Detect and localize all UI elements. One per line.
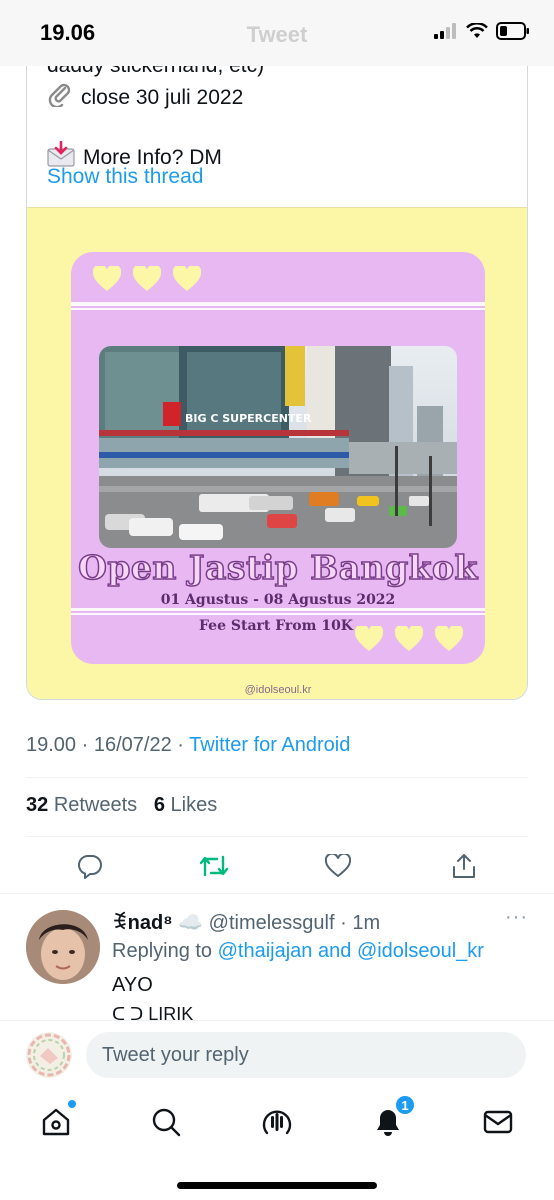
hearts-top [93, 266, 201, 292]
paperclip-icon [47, 81, 73, 116]
hearts-bottom [355, 626, 463, 652]
tweet-meta: 19.00 · 16/07/22 · Twitter for Android [26, 734, 350, 757]
search-icon [152, 1108, 181, 1137]
reply-header: ꉂnad⁸ ☁️ @timelessgulf · 1m [112, 908, 380, 935]
reply-time: 1m [352, 912, 381, 934]
retweets-count[interactable]: 32 Retweets [26, 794, 137, 816]
reply-input[interactable] [86, 1032, 526, 1078]
tweet-text: daddy stickerhand, etc) close 30 juli 20… [47, 51, 507, 171]
home-unread-dot [68, 1100, 76, 1108]
mention-link[interactable]: @thaijajan [218, 940, 313, 962]
tweet-counts: 32 Retweets 6 Likes [26, 794, 217, 817]
tweet-text-line [47, 111, 507, 141]
media-watermark: @idolseoul.kr [244, 684, 312, 696]
replying-and: and [318, 940, 352, 962]
divider-stripe [71, 308, 485, 310]
tweet-time: 19.00 [26, 734, 77, 756]
meta-separator: · [81, 734, 89, 756]
status-time: 19.06 [40, 20, 96, 45]
tweet-date: 16/07/22 [93, 734, 172, 756]
retweet-button[interactable] [196, 848, 232, 884]
mention-link[interactable]: @idolseoul_kr [357, 940, 484, 962]
heart-icon [93, 266, 121, 291]
reply-display-name[interactable]: ꉂnad⁸ ☁️ [112, 912, 203, 934]
promo-poster: BIG C SUPERCENTER Open Jastip Bangkok 01… [71, 252, 485, 664]
divider-stripe [71, 608, 485, 611]
divider [26, 777, 528, 778]
likes-number: 6 [153, 794, 165, 816]
likes-count[interactable]: 6 Likes [154, 794, 217, 816]
reply-icon [77, 854, 102, 879]
promo-title: Open Jastip Bangkok [77, 547, 478, 588]
tab-spaces[interactable] [257, 1102, 297, 1142]
avatar[interactable] [26, 910, 100, 984]
tweet-media[interactable]: BIG C SUPERCENTER Open Jastip Bangkok 01… [27, 207, 527, 699]
home-indicator [177, 1182, 377, 1189]
tab-search[interactable] [146, 1102, 186, 1142]
divider-stripe [71, 302, 485, 306]
status-icons [434, 22, 530, 45]
retweets-label: Retweets [53, 794, 138, 816]
storefront-photo: BIG C SUPERCENTER [99, 346, 457, 548]
tweet-source-link[interactable]: Twitter for Android [189, 734, 350, 756]
reply-body-cut: ᑕ ᑐ LIRIK [112, 1004, 194, 1020]
heart-icon [435, 626, 463, 651]
heart-outline-icon [325, 854, 351, 878]
cellular-signal-icon [434, 23, 458, 44]
bottom-tab-bar: 1 [0, 1092, 554, 1200]
divider [0, 893, 554, 894]
like-button[interactable] [320, 848, 356, 884]
wifi-icon [466, 22, 488, 44]
reply-button[interactable] [72, 848, 108, 884]
reply-separator: · [340, 912, 347, 934]
heart-icon [355, 626, 383, 651]
tweet-text-line: close 30 juli 2022 [47, 81, 507, 111]
storefront-sign: BIG C SUPERCENTER [185, 412, 312, 425]
spaces-icon [262, 1110, 292, 1135]
reply-body: AYO [112, 974, 153, 996]
replying-to: Replying to @thaijajan and @idolseoul_kr [112, 940, 484, 963]
heart-icon [133, 266, 161, 291]
retweet-icon [199, 855, 229, 877]
mail-icon [483, 1110, 513, 1134]
heart-icon [395, 626, 423, 651]
heart-icon [173, 266, 201, 291]
tab-messages[interactable] [478, 1102, 518, 1142]
more-options-icon[interactable]: ··· [505, 906, 528, 929]
battery-icon [496, 22, 530, 45]
share-button[interactable] [446, 848, 482, 884]
notifications-badge: 1 [394, 1094, 416, 1116]
tab-home[interactable] [36, 1100, 76, 1142]
divider-stripe [71, 613, 485, 615]
tweet-text-close-date: close 30 juli 2022 [81, 86, 244, 110]
home-icon [42, 1108, 70, 1136]
divider [26, 836, 528, 837]
reply-handle[interactable]: @timelessgulf [209, 912, 335, 934]
status-bar: Tweet 19.06 [0, 0, 554, 66]
share-icon [453, 854, 475, 878]
show-thread-link[interactable]: Show this thread [47, 165, 203, 189]
likes-label: Likes [170, 794, 218, 816]
tweet-actions [26, 848, 528, 884]
promo-fee-text: Fee Start From 10K [199, 618, 353, 634]
retweets-number: 32 [26, 794, 49, 816]
my-avatar[interactable] [26, 1032, 72, 1078]
meta-separator: · [177, 734, 184, 756]
tab-notifications[interactable]: 1 [368, 1094, 416, 1142]
promo-dates: 01 Agustus - 08 Agustus 2022 [160, 592, 396, 608]
replying-prefix: Replying to [112, 940, 213, 962]
tweet-card: daddy stickerhand, etc) close 30 juli 20… [26, 40, 528, 700]
